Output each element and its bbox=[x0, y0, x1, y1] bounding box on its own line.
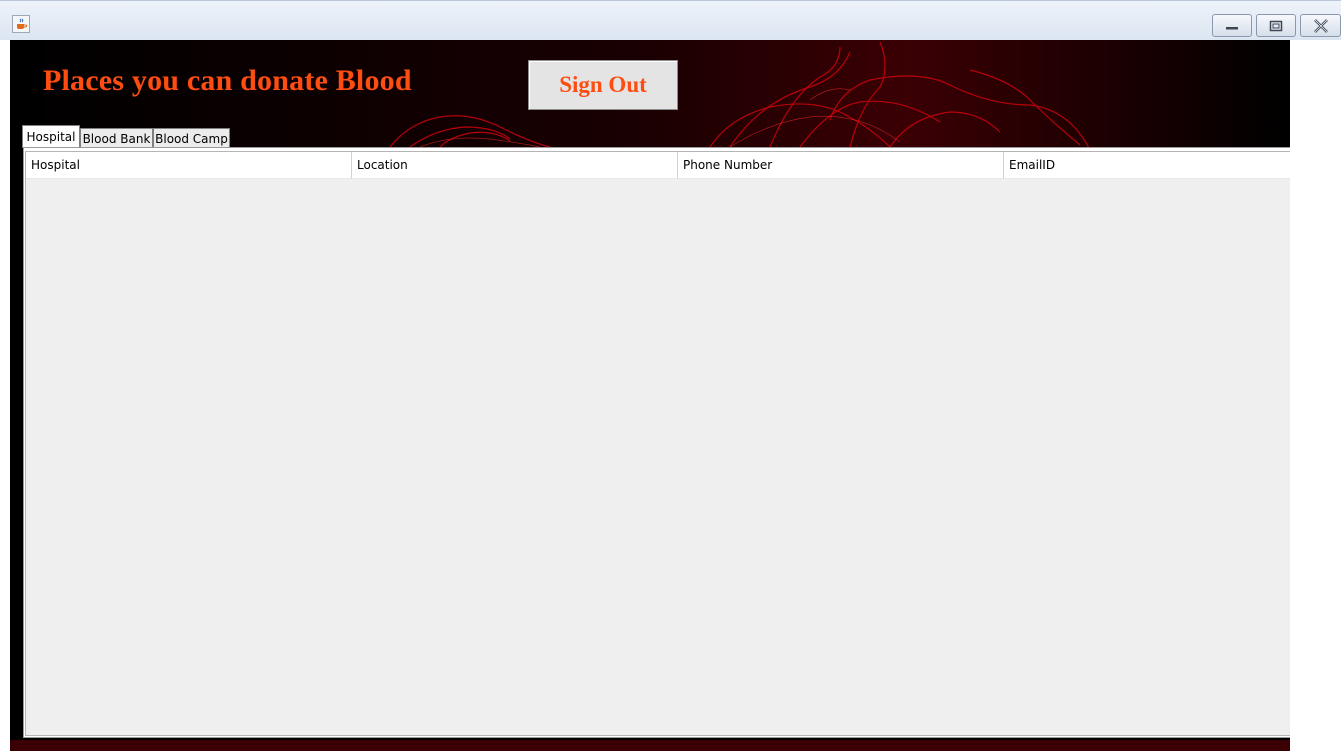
window-titlebar bbox=[0, 0, 1341, 40]
tab-panel-hospital: Hospital Location Phone Number EmailID bbox=[23, 147, 1290, 738]
minimize-icon bbox=[1226, 26, 1238, 29]
main-window: Places you can donate Blood Sign Out Hos… bbox=[10, 40, 1290, 751]
column-header-phone-number[interactable]: Phone Number bbox=[678, 152, 1004, 179]
tab-hospital[interactable]: Hospital bbox=[22, 125, 80, 148]
column-header-email-id[interactable]: EmailID bbox=[1004, 152, 1290, 179]
table-header-row: Hospital Location Phone Number EmailID bbox=[26, 152, 1290, 179]
column-header-hospital[interactable]: Hospital bbox=[26, 152, 352, 179]
page-title: Places you can donate Blood bbox=[43, 64, 412, 97]
close-icon bbox=[1313, 18, 1328, 33]
maximize-button[interactable] bbox=[1256, 14, 1296, 37]
sign-out-button[interactable]: Sign Out bbox=[528, 60, 678, 110]
column-header-location[interactable]: Location bbox=[352, 152, 678, 179]
hospital-table[interactable]: Hospital Location Phone Number EmailID bbox=[25, 151, 1290, 736]
maximize-icon bbox=[1269, 20, 1283, 31]
tab-blood-bank[interactable]: Blood Bank bbox=[80, 128, 153, 148]
tab-blood-camp[interactable]: Blood Camp bbox=[153, 128, 230, 148]
close-button[interactable] bbox=[1300, 14, 1341, 37]
java-cup-icon[interactable] bbox=[12, 15, 30, 33]
minimize-button[interactable] bbox=[1212, 14, 1252, 37]
